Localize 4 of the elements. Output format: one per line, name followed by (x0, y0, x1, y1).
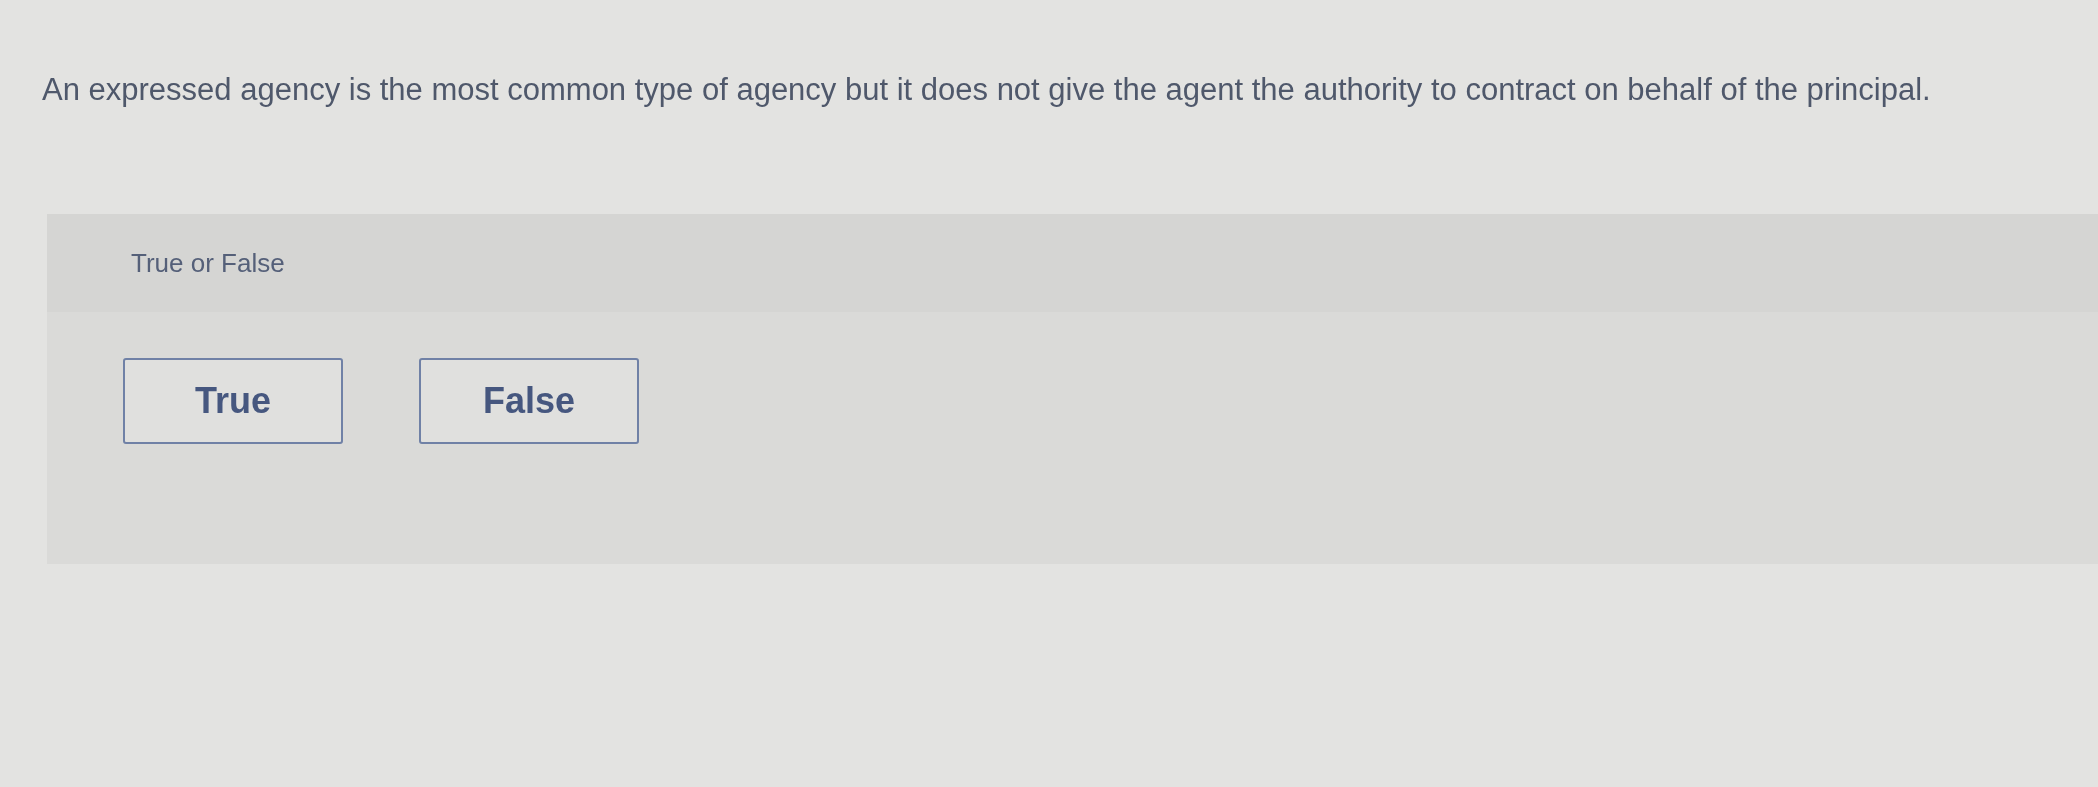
question-text: An expressed agency is the most common type of agency but it does not give the agent the authority to contract on behalf of the principal. (42, 71, 1932, 109)
answer-option-button[interactable]: False (419, 358, 639, 444)
prompt-label: True or False (131, 247, 285, 279)
answer-option-button[interactable]: True (123, 358, 343, 444)
